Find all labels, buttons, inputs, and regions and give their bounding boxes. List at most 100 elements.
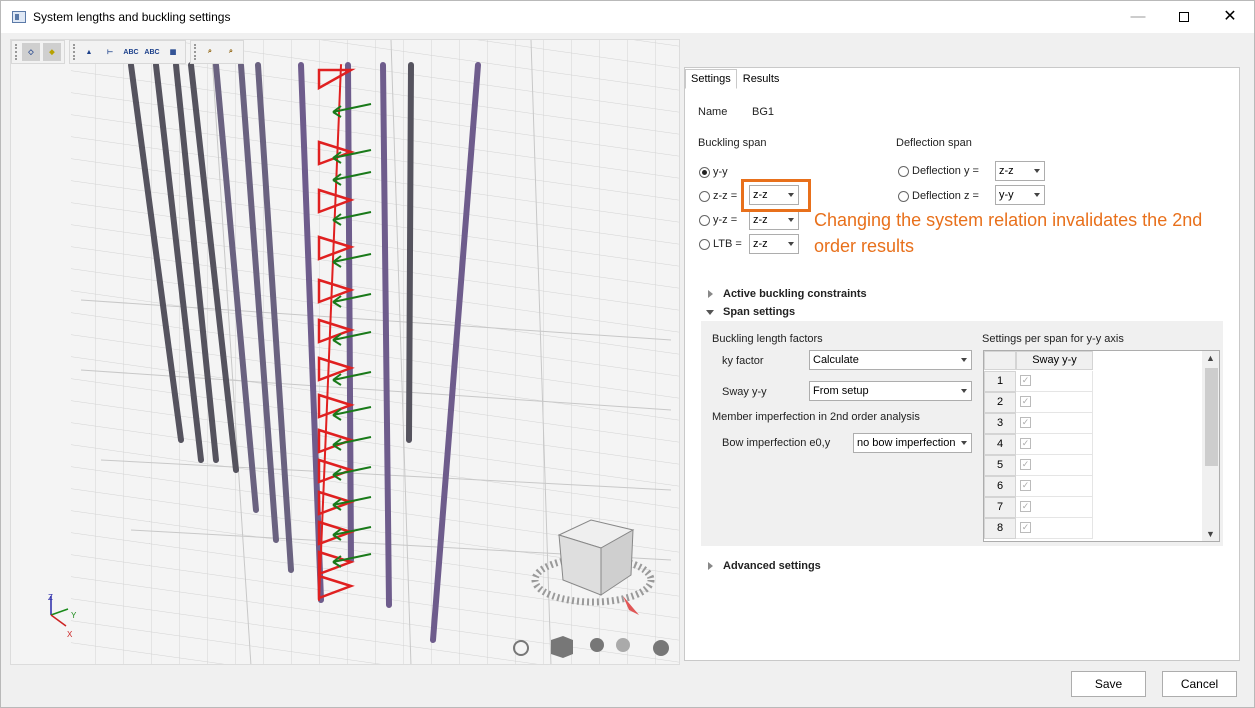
name-value: BG1 [752,106,775,118]
radio-z-z[interactable] [699,191,710,202]
row-number: 7 [984,497,1016,518]
scroll-thumb[interactable] [1205,368,1218,466]
sway-checkbox[interactable]: ✓ [1020,501,1031,512]
radio-ltb-label: LTB = [713,238,742,250]
toolbar-group-display: ◇ ◆ [11,40,65,64]
ky-factor-select[interactable]: Calculate [809,350,972,370]
collapse-arrow-icon[interactable] [706,310,714,315]
maximize-button[interactable] [1161,1,1207,33]
toolbar-grip[interactable] [194,44,198,60]
scroll-up-icon[interactable]: ▲ [1206,353,1215,363]
row-number: 1 [984,371,1016,392]
solid-view-icon[interactable]: ◇ [22,43,40,61]
table-row[interactable]: 8 ✓ [984,518,1094,539]
section-advanced-settings[interactable]: Advanced settings [723,560,821,572]
radio-deflection-y[interactable] [898,166,909,177]
sway-checkbox[interactable]: ✓ [1020,480,1031,491]
row-cell[interactable]: ✓ [1016,413,1093,434]
scroll-down-icon[interactable]: ▼ [1206,529,1215,539]
toolbar-grip[interactable] [15,44,19,60]
table-row[interactable]: 3 ✓ [984,413,1094,434]
dialog-window: System lengths and buckling settings — ✕ [0,0,1255,708]
zoom-region-settings-icon[interactable]: ⌕ [222,43,240,61]
model-viewport[interactable]: Z Y X [10,39,680,665]
imperfection-label: Member imperfection in 2nd order analysi… [712,411,920,423]
close-button[interactable]: ✕ [1207,1,1253,33]
table-view-icon[interactable]: ▦ [164,43,182,61]
node-labels-icon[interactable]: ⊢ [101,43,119,61]
radio-deflection-y-label: Deflection y = [912,165,979,177]
chevron-down-icon [788,242,794,246]
zoom-region-icon[interactable]: ⌕ [201,43,219,61]
deflection-y-value: z-z [999,165,1014,177]
minimize-button[interactable]: — [1115,1,1161,33]
row-cell[interactable]: ✓ [1016,434,1093,455]
deflection-z-select[interactable]: y-y [995,185,1045,205]
sway-checkbox[interactable]: ✓ [1020,417,1031,428]
sway-checkbox[interactable]: ✓ [1020,522,1031,533]
deflection-y-select[interactable]: z-z [995,161,1045,181]
table-row[interactable]: 5 ✓ [984,455,1094,476]
row-cell[interactable]: ✓ [1016,518,1093,539]
chevron-down-icon [961,358,967,362]
row-cell[interactable]: ✓ [1016,455,1093,476]
member-labels-icon[interactable]: ▲ [80,43,98,61]
table-row[interactable]: 7 ✓ [984,497,1094,518]
radio-y-z-label: y-z = [713,214,738,226]
row-cell[interactable]: ✓ [1016,497,1093,518]
grid-corner [984,351,1016,370]
table-row[interactable]: 6 ✓ [984,476,1094,497]
axis-triad [50,596,69,627]
tab-results[interactable]: Results [737,69,786,89]
save-button[interactable]: Save [1071,671,1146,697]
radio-y-y-label: y-y [713,166,728,178]
expand-arrow-icon[interactable] [708,562,713,570]
row-cell[interactable]: ✓ [1016,476,1093,497]
y-z-relation-select[interactable]: z-z [749,210,799,230]
ltb-relation-select[interactable]: z-z [749,234,799,254]
toolbar-grip[interactable] [73,44,77,60]
section-span-settings[interactable]: Span settings [723,306,795,318]
per-span-label: Settings per span for y-y axis [982,333,1124,345]
grid-header-sway[interactable]: Sway y-y [1016,351,1093,370]
abc-values-icon[interactable]: ABC [143,43,161,61]
radio-ltb[interactable] [699,239,710,250]
shaded-view-icon[interactable]: ◆ [43,43,61,61]
section-active-buckling[interactable]: Active buckling constraints [723,288,867,300]
sway-checkbox[interactable]: ✓ [1020,459,1031,470]
highlight-box [741,179,811,212]
sway-checkbox[interactable]: ✓ [1020,375,1031,386]
abc-labels-icon[interactable]: ABC [122,43,140,61]
axis-x-label: X [67,630,73,639]
row-cell[interactable]: ✓ [1016,392,1093,413]
viewport-toolbar: ◇ ◆ ▲ ⊢ ABC ABC ▦ ⌕ ⌕ [11,40,244,64]
radio-y-z[interactable] [699,215,710,226]
row-cell[interactable]: ✓ [1016,371,1093,392]
span-grid[interactable]: Sway y-y 1 ✓ 2 ✓ 3 ✓ 4 ✓ 5 ✓ 6 ✓ 7 ✓ 8 ✓ [983,350,1220,542]
model-3d-view [50,40,679,664]
radio-y-y[interactable] [699,167,710,178]
window-title: System lengths and buckling settings [33,10,231,24]
grid-scrollbar[interactable]: ▲ ▼ [1202,351,1219,541]
bow-imperfection-select[interactable]: no bow imperfection [853,433,972,453]
tab-settings[interactable]: Settings [685,69,737,89]
cancel-button[interactable]: Cancel [1162,671,1237,697]
sway-select[interactable]: From setup [809,381,972,401]
chevron-down-icon [961,441,967,445]
row-number: 6 [984,476,1016,497]
sway-value: From setup [813,385,869,397]
sway-checkbox[interactable]: ✓ [1020,438,1031,449]
sway-label: Sway y-y [722,386,767,398]
table-row[interactable]: 1 ✓ [984,371,1094,392]
sway-checkbox[interactable]: ✓ [1020,396,1031,407]
bow-imperfection-value: no bow imperfection [857,437,956,449]
table-row[interactable]: 2 ✓ [984,392,1094,413]
maximize-icon [1179,12,1189,23]
row-number: 3 [984,413,1016,434]
name-label: Name [698,106,728,118]
ky-factor-value: Calculate [813,354,859,366]
radio-deflection-z[interactable] [898,191,909,202]
table-row[interactable]: 4 ✓ [984,434,1094,455]
expand-arrow-icon[interactable] [708,290,713,298]
row-number: 2 [984,392,1016,413]
